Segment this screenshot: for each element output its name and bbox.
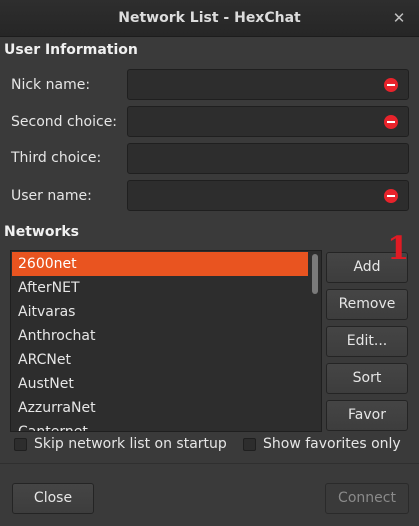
- error-icon: [384, 115, 398, 129]
- user-name-label: User name:: [11, 188, 92, 204]
- third-choice-label: Third choice:: [11, 150, 102, 166]
- show-favorites-checkbox[interactable]: [243, 438, 256, 451]
- error-icon: [384, 189, 398, 203]
- third-choice-field[interactable]: [127, 143, 409, 174]
- close-button[interactable]: Close: [12, 483, 94, 514]
- annotation-marker: 1: [387, 229, 410, 267]
- list-item[interactable]: AustNet: [12, 372, 308, 396]
- error-icon: [384, 78, 398, 92]
- list-item[interactable]: AzzurraNet: [12, 396, 308, 420]
- list-item[interactable]: Aitvaras: [12, 300, 308, 324]
- second-choice-label: Second choice:: [11, 114, 118, 130]
- remove-button[interactable]: Remove: [326, 289, 408, 320]
- list-item[interactable]: Canternet: [12, 420, 308, 431]
- favor-button[interactable]: Favor: [326, 400, 408, 431]
- edit-button[interactable]: Edit...: [326, 326, 408, 357]
- networks-heading: Networks: [4, 224, 80, 240]
- nick-name-label: Nick name:: [11, 77, 91, 93]
- second-choice-field[interactable]: [127, 106, 409, 137]
- list-item[interactable]: ARCNet: [12, 348, 308, 372]
- close-icon[interactable]: ✕: [390, 9, 408, 27]
- sort-button[interactable]: Sort: [326, 363, 408, 394]
- title-bar: Network List - HexChat ✕: [0, 0, 419, 37]
- list-item[interactable]: Anthrochat: [12, 324, 308, 348]
- list-scrollbar[interactable]: [312, 254, 318, 294]
- skip-network-list-label: Skip network list on startup: [34, 436, 227, 452]
- footer-divider: [0, 463, 419, 464]
- show-favorites-label: Show favorites only: [263, 436, 401, 452]
- nick-name-field[interactable]: [127, 69, 409, 100]
- window-title: Network List - HexChat: [118, 10, 301, 26]
- list-item[interactable]: 2600net: [12, 252, 308, 276]
- user-name-field[interactable]: [127, 180, 409, 211]
- user-information-heading: User Information: [4, 42, 138, 58]
- list-item[interactable]: AfterNET: [12, 276, 308, 300]
- network-list[interactable]: 2600net AfterNET Aitvaras Anthrochat ARC…: [10, 250, 322, 432]
- skip-network-list-checkbox[interactable]: [14, 438, 27, 451]
- connect-button[interactable]: Connect: [325, 483, 409, 514]
